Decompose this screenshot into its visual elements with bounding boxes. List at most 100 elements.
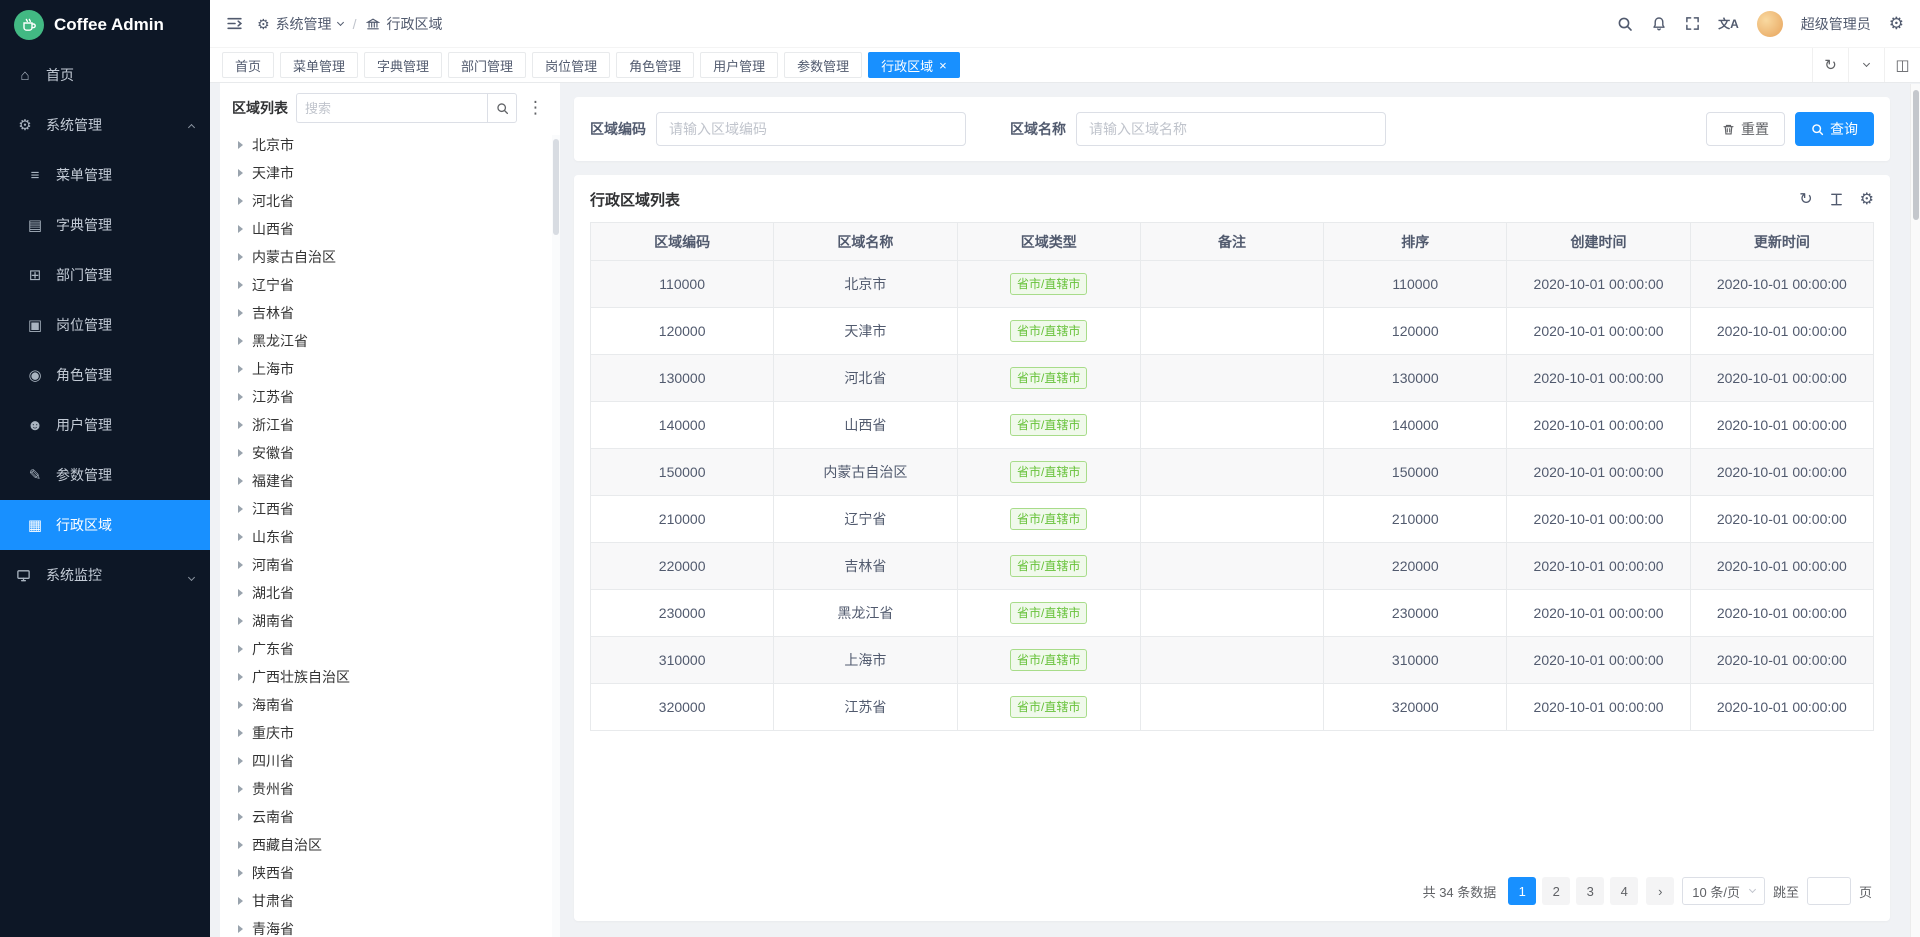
- tab[interactable]: 角色管理 ×: [616, 52, 694, 78]
- caret-right-icon[interactable]: [238, 281, 243, 289]
- caret-right-icon[interactable]: [238, 253, 243, 261]
- caret-right-icon[interactable]: [238, 421, 243, 429]
- sidebar-group-monitor[interactable]: 系统监控: [0, 550, 210, 600]
- caret-right-icon[interactable]: [238, 617, 243, 625]
- table-row[interactable]: 310000 上海市 省市/直辖市 310000 2020-10-01 00:0…: [591, 637, 1874, 684]
- tab[interactable]: 行政区域 ×: [868, 52, 960, 78]
- table-row[interactable]: 320000 江苏省 省市/直辖市 320000 2020-10-01 00:0…: [591, 684, 1874, 731]
- tree-item[interactable]: 上海市: [232, 355, 546, 383]
- next-page-button[interactable]: ›: [1646, 877, 1674, 905]
- caret-right-icon[interactable]: [238, 561, 243, 569]
- settings-gear-icon[interactable]: ⚙: [1889, 15, 1904, 32]
- caret-right-icon[interactable]: [238, 841, 243, 849]
- caret-right-icon[interactable]: [238, 589, 243, 597]
- tree-item[interactable]: 广东省: [232, 635, 546, 663]
- page-scrollbar[interactable]: [1910, 84, 1920, 937]
- tree-scrollbar-thumb[interactable]: [553, 139, 559, 235]
- caret-right-icon[interactable]: [238, 925, 243, 933]
- page-scrollbar-thumb[interactable]: [1913, 90, 1919, 220]
- table-row[interactable]: 120000 天津市 省市/直辖市 120000 2020-10-01 00:0…: [591, 308, 1874, 355]
- tree-item[interactable]: 湖北省: [232, 579, 546, 607]
- search-icon[interactable]: [1617, 16, 1633, 32]
- caret-right-icon[interactable]: [238, 169, 243, 177]
- chevron-down-icon[interactable]: [1848, 48, 1884, 82]
- sidebar-subitem[interactable]: ≡ 菜单管理: [0, 150, 210, 200]
- tree-item[interactable]: 福建省: [232, 467, 546, 495]
- column-settings-icon[interactable]: [1829, 192, 1844, 207]
- page-button[interactable]: 3: [1576, 877, 1604, 905]
- sidebar-subitem[interactable]: ☻ 用户管理: [0, 400, 210, 450]
- caret-right-icon[interactable]: [238, 757, 243, 765]
- caret-right-icon[interactable]: [238, 393, 243, 401]
- translate-icon[interactable]: 文A: [1718, 15, 1739, 32]
- table-row[interactable]: 150000 内蒙古自治区 省市/直辖市 150000 2020-10-01 0…: [591, 449, 1874, 496]
- caret-right-icon[interactable]: [238, 365, 243, 373]
- sidebar-group-system[interactable]: ⚙ 系统管理: [0, 100, 210, 150]
- sidebar-subitem[interactable]: ⊞ 部门管理: [0, 250, 210, 300]
- sidebar-subitem[interactable]: ✎ 参数管理: [0, 450, 210, 500]
- search-button[interactable]: 查询: [1795, 112, 1874, 146]
- caret-right-icon[interactable]: [238, 645, 243, 653]
- table-row[interactable]: 220000 吉林省 省市/直辖市 220000 2020-10-01 00:0…: [591, 543, 1874, 590]
- tree-item[interactable]: 山东省: [232, 523, 546, 551]
- tree-item[interactable]: 湖南省: [232, 607, 546, 635]
- tree-item[interactable]: 吉林省: [232, 299, 546, 327]
- caret-right-icon[interactable]: [238, 701, 243, 709]
- tree-item[interactable]: 辽宁省: [232, 271, 546, 299]
- table-row[interactable]: 110000 北京市 省市/直辖市 110000 2020-10-01 00:0…: [591, 261, 1874, 308]
- tree-search-input[interactable]: [296, 93, 487, 123]
- tab[interactable]: 部门管理 ×: [448, 52, 526, 78]
- tree-item[interactable]: 甘肃省: [232, 887, 546, 915]
- breadcrumb-item-region[interactable]: 行政区域: [366, 14, 442, 34]
- refresh-icon[interactable]: ↻: [1812, 48, 1848, 82]
- tree-item[interactable]: 陕西省: [232, 859, 546, 887]
- tree-item[interactable]: 北京市: [232, 131, 546, 159]
- close-icon[interactable]: ×: [939, 59, 947, 72]
- page-size-select[interactable]: 10 条/页: [1682, 877, 1765, 905]
- tree-item[interactable]: 西藏自治区: [232, 831, 546, 859]
- tree-item[interactable]: 内蒙古自治区: [232, 243, 546, 271]
- table-row[interactable]: 230000 黑龙江省 省市/直辖市 230000 2020-10-01 00:…: [591, 590, 1874, 637]
- brand[interactable]: Coffee Admin: [0, 0, 210, 50]
- breadcrumb-item-system[interactable]: ⚙ 系统管理: [257, 14, 343, 34]
- caret-right-icon[interactable]: [238, 141, 243, 149]
- tree-scrollbar[interactable]: [552, 135, 560, 937]
- tree-item[interactable]: 河南省: [232, 551, 546, 579]
- caret-right-icon[interactable]: [238, 729, 243, 737]
- tree-item[interactable]: 安徽省: [232, 439, 546, 467]
- refresh-icon[interactable]: ↻: [1799, 192, 1812, 208]
- caret-right-icon[interactable]: [238, 197, 243, 205]
- tree-item[interactable]: 天津市: [232, 159, 546, 187]
- tree-item[interactable]: 海南省: [232, 691, 546, 719]
- tab[interactable]: 菜单管理 ×: [280, 52, 358, 78]
- more-options-icon[interactable]: ⋮: [525, 98, 546, 118]
- gear-icon[interactable]: ⚙: [1860, 192, 1874, 208]
- sidebar-subitem[interactable]: ▤ 字典管理: [0, 200, 210, 250]
- table-row[interactable]: 210000 辽宁省 省市/直辖市 210000 2020-10-01 00:0…: [591, 496, 1874, 543]
- tree-item[interactable]: 浙江省: [232, 411, 546, 439]
- tree-item[interactable]: 四川省: [232, 747, 546, 775]
- caret-right-icon[interactable]: [238, 533, 243, 541]
- tree-item[interactable]: 山西省: [232, 215, 546, 243]
- caret-right-icon[interactable]: [238, 477, 243, 485]
- region-code-input[interactable]: [656, 112, 966, 146]
- page-button[interactable]: 1: [1508, 877, 1536, 905]
- caret-right-icon[interactable]: [238, 673, 243, 681]
- tab[interactable]: 岗位管理 ×: [532, 52, 610, 78]
- sidebar-item-home[interactable]: ⌂ 首页: [0, 50, 210, 100]
- tab[interactable]: 用户管理 ×: [700, 52, 778, 78]
- caret-right-icon[interactable]: [238, 309, 243, 317]
- tree-search-button[interactable]: [487, 93, 517, 123]
- caret-right-icon[interactable]: [238, 225, 243, 233]
- sidebar-subitem[interactable]: ◉ 角色管理: [0, 350, 210, 400]
- sidebar-subitem[interactable]: ▣ 岗位管理: [0, 300, 210, 350]
- caret-right-icon[interactable]: [238, 869, 243, 877]
- avatar[interactable]: [1757, 11, 1783, 37]
- layout-toggle-icon[interactable]: ◫: [1884, 48, 1920, 82]
- tree-item[interactable]: 广西壮族自治区: [232, 663, 546, 691]
- caret-right-icon[interactable]: [238, 813, 243, 821]
- caret-right-icon[interactable]: [238, 449, 243, 457]
- caret-right-icon[interactable]: [238, 337, 243, 345]
- tree-item[interactable]: 贵州省: [232, 775, 546, 803]
- page-button[interactable]: 4: [1610, 877, 1638, 905]
